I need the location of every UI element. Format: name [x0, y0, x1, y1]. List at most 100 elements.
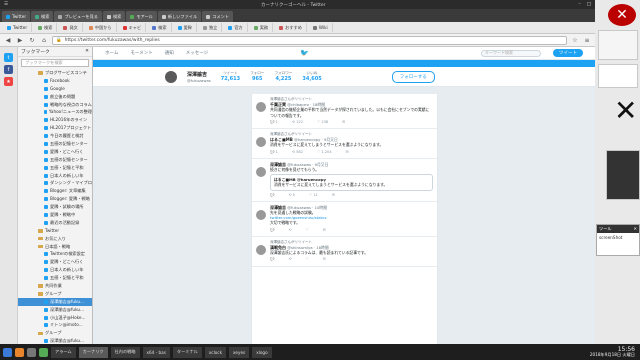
tab-new-file[interactable]: 新しいファイル: [157, 11, 202, 22]
bookmark-link[interactable]: 愛隣・戦略中: [18, 211, 92, 219]
retweet-icon[interactable]: ⟲ 5: [288, 193, 294, 198]
bookmark-item[interactable]: Twitter: [3, 23, 33, 32]
tweet[interactable]: 深澤諭吉さんがリツイート 漢戦免白 @shinsumiya · 18時間 深澤諭吉氏…: [252, 237, 437, 267]
taskbar-task[interactable]: x64 - bas: [142, 346, 170, 358]
minimize-icon[interactable]: –: [578, 2, 580, 7]
taskbar-task[interactable]: xclock: [204, 346, 227, 358]
bookmark-folder[interactable]: 日本語・戦略: [18, 243, 92, 251]
bookmark-folder[interactable]: 共同作業: [18, 282, 92, 290]
bookmark-item[interactable]: キャビ: [119, 23, 147, 32]
twitter-bird-icon[interactable]: 🐦: [300, 49, 309, 57]
tweet[interactable]: 深澤諭吉さんがリツイート はるこ■MB @haruencopy · 9月又日 消費を…: [252, 129, 437, 159]
tab-mall[interactable]: モアール: [126, 11, 157, 22]
tweet[interactable]: 深澤諭吉さんがリツイート 千葉正実 @chibaprro · 18時間 共同通信の継…: [252, 94, 437, 130]
reply-icon[interactable]: 💬: [270, 257, 274, 262]
stat-likes[interactable]: いいね 34,605: [302, 71, 321, 82]
taskbar-task[interactable]: ターミナル: [172, 346, 202, 358]
reload-icon[interactable]: ↻: [28, 36, 36, 44]
reply-icon[interactable]: 💬 1: [270, 120, 278, 125]
reply-icon[interactable]: 💬: [270, 228, 274, 233]
firefox-icon[interactable]: [15, 347, 24, 357]
bookmark-item[interactable]: 実務: [250, 23, 274, 32]
bookmark-search-input[interactable]: ブックマークを検索: [21, 59, 89, 67]
stat-following[interactable]: フォロー 965: [250, 71, 264, 82]
forward-icon[interactable]: ▶: [16, 36, 24, 44]
bookmark-item[interactable]: 独立: [199, 23, 223, 32]
bookmark-folder[interactable]: お気に入り: [18, 235, 92, 243]
taskbar-task[interactable]: xlogo: [252, 346, 272, 358]
bookmark-link[interactable]: 深澤諭吉@fuku...: [18, 337, 92, 344]
bookmark-item[interactable]: 発文: [59, 23, 83, 32]
retweet-icon[interactable]: ⟲: [288, 257, 291, 262]
tab-preview[interactable]: プレビューを見る: [54, 11, 102, 22]
bookmark-folder[interactable]: グループ: [18, 329, 92, 337]
like-icon[interactable]: ♡ 11: [309, 193, 318, 198]
nav-messages[interactable]: メッセージ: [186, 50, 208, 56]
avatar[interactable]: [256, 102, 266, 112]
bookmark-link[interactable]: 愛隣・試験の場所: [18, 203, 92, 211]
close-icon[interactable]: ✕: [608, 4, 636, 26]
bookmark-item[interactable]: 検索: [34, 23, 58, 32]
taskbar-task[interactable]: xeyes: [229, 346, 250, 358]
bookmark-link[interactable]: Google: [18, 85, 92, 93]
taskbar-task[interactable]: 社内の戦略: [110, 346, 140, 358]
stat-followers[interactable]: フォロワー 4,225: [274, 71, 292, 82]
taskbar-task[interactable]: カーナリク: [78, 346, 108, 358]
twitter-icon[interactable]: t: [4, 53, 13, 62]
bookmark-link[interactable]: 創立後の問題: [18, 93, 92, 101]
bookmark-item[interactable]: Wiki: [309, 23, 333, 32]
start-menu-icon[interactable]: [3, 347, 12, 357]
like-icon[interactable]: ♡: [306, 228, 309, 233]
bookmark-link[interactable]: 五感・記憶と平和: [18, 274, 92, 282]
nav-moments[interactable]: モーメント: [130, 50, 152, 56]
retweet-icon[interactable]: ⟲ 122: [292, 120, 303, 125]
bookmark-link[interactable]: 五感の記憶センター: [18, 156, 92, 164]
stat-tweets[interactable]: ツイート 72,613: [221, 71, 240, 82]
tweet[interactable]: 深澤諭吉 @fukuzawas · 10時間 先を見通した戦略の試験。 twitte…: [252, 202, 437, 237]
app-menu-icon[interactable]: ☰: [4, 2, 8, 7]
tweet-button[interactable]: ツイート: [553, 49, 583, 57]
tab-twitter[interactable]: Twitter: [2, 11, 31, 22]
files-icon[interactable]: [39, 347, 48, 357]
facebook-icon[interactable]: f: [4, 65, 13, 74]
reply-icon[interactable]: 💬: [270, 193, 274, 198]
home-icon[interactable]: ⌂: [40, 36, 48, 44]
avatar[interactable]: [165, 70, 177, 83]
bookmark-link[interactable]: 日本人の新しい年: [18, 266, 92, 274]
bookmark-link[interactable]: 愛隣・どこへ行く: [18, 148, 92, 156]
bookmark-folder[interactable]: Twitter: [18, 227, 92, 235]
clock[interactable]: 15:56 2018年9月18日 火曜日: [590, 347, 637, 358]
message-icon[interactable]: ✉: [342, 120, 345, 125]
url-bar[interactable]: 🔒 https://twitter.com/fukuzawas/with_repl…: [52, 35, 567, 45]
close-icon[interactable]: ✕: [633, 226, 637, 232]
nav-home[interactable]: ホーム: [105, 50, 118, 56]
bookmark-item[interactable]: 検索: [148, 23, 172, 32]
like-icon[interactable]: ♡: [306, 257, 309, 262]
tab-search[interactable]: 検索: [31, 11, 54, 22]
tool-popup[interactable]: ツール ✕ screenShot: [596, 224, 640, 256]
bookmark-link[interactable]: 今日の履歴と検討: [18, 132, 92, 140]
like-icon[interactable]: ♡ 1,204: [317, 150, 332, 155]
tab-comment[interactable]: コメント: [202, 11, 233, 22]
bookmark-link[interactable]: ダンシング・マイプロ: [18, 179, 92, 187]
bookmark-link[interactable]: ミトン@imoto...: [18, 322, 92, 330]
maximize-icon[interactable]: □: [587, 2, 591, 7]
retweet-icon[interactable]: ⟲: [288, 228, 291, 233]
bookmark-link[interactable]: 日本人の新しい年: [18, 172, 92, 180]
bookmark-folder[interactable]: グループ: [18, 290, 92, 298]
back-icon[interactable]: ◀: [4, 36, 12, 44]
terminal-icon[interactable]: [27, 347, 36, 357]
avatar[interactable]: [256, 244, 266, 255]
bookmark-item[interactable]: おすすめ: [275, 23, 307, 32]
message-icon[interactable]: ✉: [346, 150, 349, 155]
close-icon[interactable]: ✕: [85, 49, 89, 54]
follow-button[interactable]: フォローする: [391, 70, 435, 83]
bookmark-link[interactable]: 戦略的な視点のコラム: [18, 101, 92, 109]
message-icon[interactable]: ✉: [323, 228, 326, 233]
bookmark-link[interactable]: 愛隣・どこへ行く: [18, 258, 92, 266]
twitter-search-input[interactable]: キーワード検索: [481, 49, 541, 57]
like-icon[interactable]: ♡ 238: [317, 120, 328, 125]
nav-notifications[interactable]: 通知: [165, 50, 174, 56]
bookmark-link[interactable]: Yahoo!ニュースの整理: [18, 108, 92, 116]
star-icon[interactable]: ☆: [571, 36, 579, 44]
